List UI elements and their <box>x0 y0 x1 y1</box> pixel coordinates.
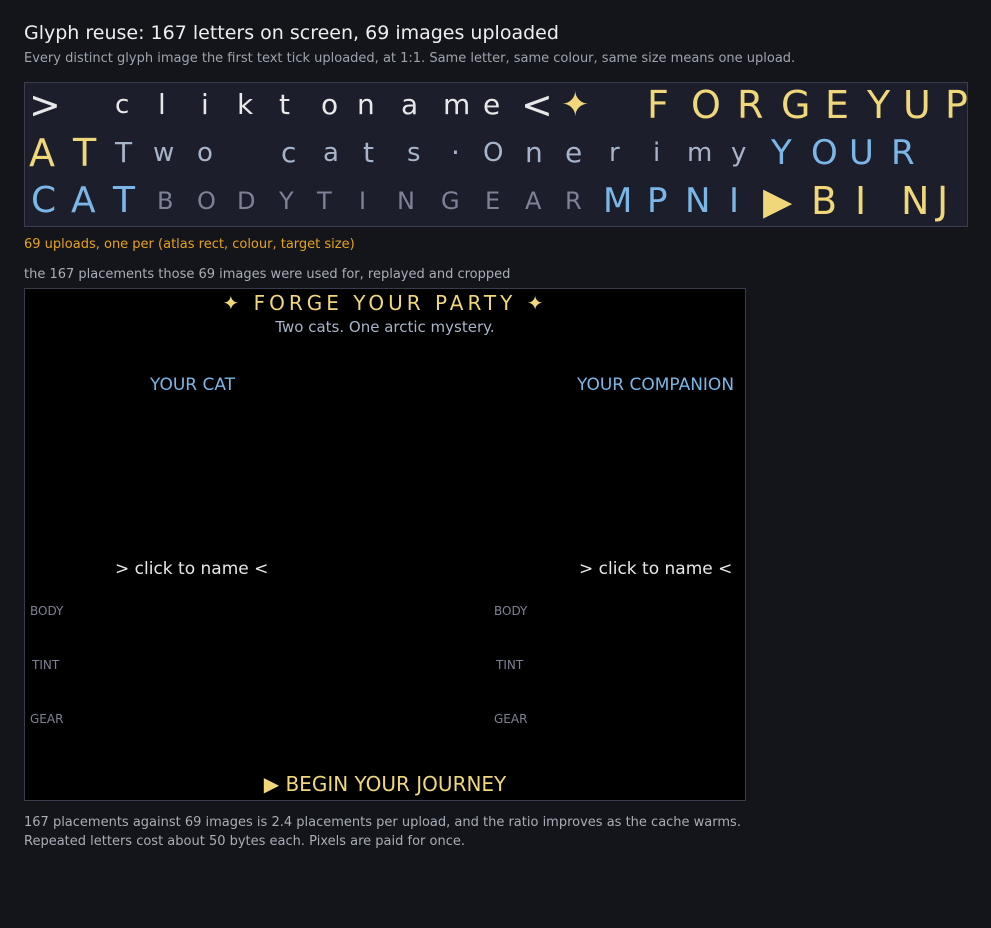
atlas-glyph: U <box>849 133 874 173</box>
atlas-glyph: s <box>407 138 421 168</box>
atlas-glyph: B <box>811 179 838 223</box>
atlas-glyph: t <box>363 136 374 169</box>
companion-name-button[interactable]: > click to name < <box>579 559 732 579</box>
atlas-glyph: F <box>647 83 669 127</box>
atlas-glyph: N <box>397 187 415 215</box>
atlas-glyph: ✦ <box>561 85 590 125</box>
atlas-glyph: D <box>237 187 256 215</box>
atlas-glyph: Y <box>771 133 792 173</box>
your-companion-heading: YOUR COMPANION <box>577 375 735 395</box>
atlas-row-3: C A T B O D Y T I N G E A R M P N I ▶ B I N J <box>25 179 967 226</box>
party-subtitle: Two cats. One arctic mystery. <box>275 318 495 336</box>
companion-tint-label: TINT <box>496 658 524 672</box>
atlas-glyph: I <box>729 181 740 221</box>
atlas-row-2: A T Tw o c a t s · On e r i m y Y O U R <box>25 131 967 179</box>
footer-line-2: Repeated letters cost about 50 bytes eac… <box>24 834 465 849</box>
atlas-glyph: T <box>317 187 332 215</box>
atlas-glyph: w <box>153 138 175 168</box>
cat-tint-label: TINT <box>32 658 60 672</box>
atlas-glyph: R <box>737 83 764 127</box>
atlas-glyph: J <box>937 179 949 223</box>
atlas-glyph: T <box>73 131 97 175</box>
atlas-glyph: N <box>685 181 711 221</box>
atlas-glyph: l <box>158 88 166 121</box>
atlas-glyph: N <box>901 179 930 223</box>
replay-caption: the 167 placements those 69 images were … <box>24 267 511 282</box>
atlas-glyph: O <box>691 83 721 127</box>
atlas-glyph: c <box>281 136 297 169</box>
your-cat-heading: YOUR CAT <box>150 375 236 395</box>
atlas-glyph: O <box>197 187 216 215</box>
atlas-glyph: A <box>71 180 96 221</box>
atlas-glyph: < <box>521 83 553 127</box>
atlas-glyph: e <box>483 88 501 121</box>
atlas-glyph: U <box>903 83 931 127</box>
atlas-glyph: E <box>485 187 501 215</box>
replay-panel: ✦ FORGE YOUR PARTY ✦ Two cats. One arcti… <box>24 288 746 801</box>
atlas-glyph: A <box>525 187 542 215</box>
atlas-glyph: i <box>653 138 661 168</box>
atlas-glyph: P <box>647 181 668 221</box>
atlas-glyph: m <box>687 138 713 168</box>
atlas-glyph: n <box>525 136 543 169</box>
atlas-glyph: m <box>443 88 471 121</box>
atlas-glyph: I <box>855 179 867 223</box>
glyph-atlas: > c l i k t o n a m e < ✦ F O R G E Y U P A T Tw o c a t s · On e r i m y Y… <box>24 82 968 227</box>
cat-gear-label: GEAR <box>30 712 64 726</box>
footer-line-1: 167 placements against 69 images is 2.4 … <box>24 815 741 830</box>
atlas-glyph: r <box>609 138 620 168</box>
party-title: ✦ FORGE YOUR PARTY ✦ <box>222 291 548 315</box>
atlas-glyph: Y <box>279 187 294 215</box>
atlas-glyph: O <box>483 138 504 168</box>
atlas-glyph: R <box>565 187 582 215</box>
atlas-glyph: t <box>279 88 290 121</box>
atlas-glyph: E <box>825 83 850 127</box>
atlas-glyph: R <box>891 133 915 173</box>
cat-body-label: BODY <box>30 604 64 618</box>
atlas-glyph: I <box>359 187 367 215</box>
atlas-glyph: i <box>201 88 209 121</box>
atlas-glyph: o <box>197 138 213 168</box>
atlas-glyph: T <box>113 180 135 221</box>
atlas-glyph: · <box>451 136 460 169</box>
atlas-glyph: M <box>603 181 633 221</box>
atlas-glyph: o <box>321 88 339 121</box>
atlas-glyph: k <box>237 88 254 121</box>
atlas-glyph: B <box>157 187 174 215</box>
atlas-glyph: c <box>115 90 130 120</box>
atlas-glyph: n <box>357 88 375 121</box>
cat-name-button[interactable]: > click to name < <box>115 559 268 579</box>
atlas-glyph: Y <box>867 83 891 127</box>
atlas-glyph: G <box>441 187 460 215</box>
atlas-glyph: a <box>323 138 339 168</box>
atlas-glyph: a <box>401 88 419 121</box>
atlas-glyph: G <box>781 83 811 127</box>
begin-journey-button[interactable]: ▶ BEGIN YOUR JOURNEY <box>25 772 745 796</box>
atlas-glyph: ▶ <box>763 179 793 223</box>
atlas-glyph: T <box>115 136 133 169</box>
companion-body-label: BODY <box>494 604 528 618</box>
atlas-glyph: > <box>29 83 61 127</box>
page-subtitle: Every distinct glyph image the first tex… <box>24 51 796 66</box>
uploads-note: 69 uploads, one per (atlas rect, colour,… <box>24 237 355 252</box>
atlas-glyph: O <box>811 133 838 173</box>
companion-gear-label: GEAR <box>494 712 528 726</box>
atlas-glyph: e <box>565 136 583 169</box>
page-title: Glyph reuse: 167 letters on screen, 69 i… <box>24 22 559 44</box>
atlas-glyph: A <box>29 131 55 175</box>
atlas-glyph: P <box>945 83 968 127</box>
atlas-row-1: > c l i k t o n a m e < ✦ F O R G E Y U P <box>25 83 967 131</box>
atlas-glyph: C <box>31 180 57 221</box>
atlas-glyph: y <box>731 138 747 168</box>
